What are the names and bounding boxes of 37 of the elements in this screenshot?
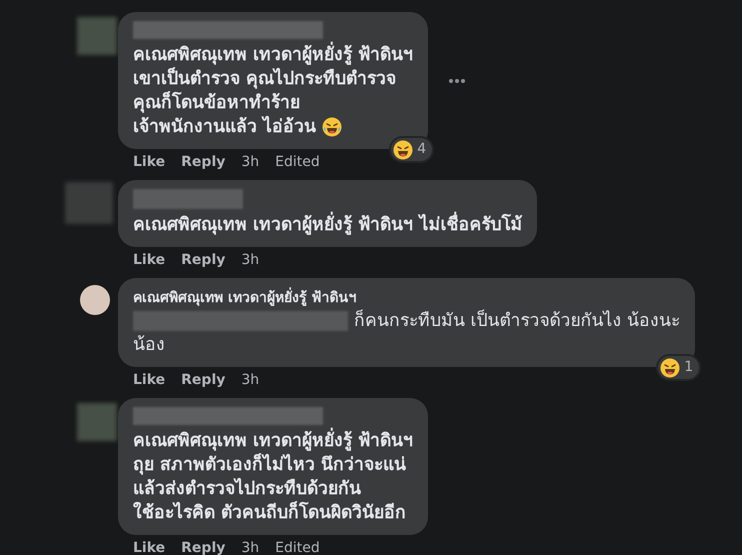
reaction-badge[interactable]: 1 <box>658 356 700 379</box>
comment-time: 3h <box>241 153 260 172</box>
blurred-avatar[interactable] <box>77 17 117 55</box>
laughing-emoji-icon <box>393 140 414 160</box>
comment-text: ใช้อะไรคิด ตัวคนถีบก็โดนผิดวินัยอีก <box>133 501 406 525</box>
comment-action-link[interactable]: Reply <box>181 538 226 555</box>
comment-action-link[interactable]: Like <box>133 370 166 390</box>
comment-text: คุณก็โดนข้อหาทำร้าย <box>133 91 300 115</box>
comment-action-link[interactable]: Like <box>133 152 166 172</box>
comment-text: คเณศพิศณุเทพ เทวดาผู้หยั่งรู้ ฟ้าดินฯ <box>133 43 414 67</box>
comment-text: น้อง <box>133 334 165 357</box>
comment-time: 3h <box>241 371 260 390</box>
edited-label: Edited <box>275 539 320 555</box>
comment-time: 3h <box>241 539 260 555</box>
comment-time: 3h <box>241 251 260 270</box>
comment-text: แล้วส่งตำรวจไปกระทืบด้วยกัน <box>133 477 361 501</box>
comment-text: เจ้าพนักงานแล้ว ไอ่อ้วน <box>133 115 316 139</box>
comment-text: คเณศพิศณุเทพ เทวดาผู้หยั่งรู้ ฟ้าดินฯ <box>133 429 414 453</box>
comment-action-link[interactable]: Reply <box>181 152 226 172</box>
comment-author[interactable]: คเณศพิศณุเทพ เทวดาผู้หยั่งรู้ ฟ้าดินฯ <box>133 287 680 309</box>
reaction-count: 1 <box>684 358 694 377</box>
comment-action-link[interactable]: Like <box>133 538 166 555</box>
blurred-avatar[interactable] <box>65 182 113 224</box>
comment-action-link[interactable]: Reply <box>181 250 226 270</box>
comment-action-link[interactable]: Reply <box>181 370 226 390</box>
comment-text: คเณศพิศณุเทพ เทวดาผู้หยั่งรู้ ฟ้าดินฯ ไม่เชื่อครับโม้ <box>133 213 522 237</box>
reaction-badge[interactable]: 4 <box>391 138 432 161</box>
edited-label: Edited <box>275 153 320 172</box>
comment-text: ก็คนกระทืบมัน เป็นตำรวจด้วยกันไง น้องนะ <box>354 309 680 333</box>
comment-action-link[interactable]: Like <box>133 250 166 270</box>
comment-text: เขาเป็นตำรวจ คุณไปกระทืบตำรวจ <box>133 67 396 91</box>
avatar-photo-placeholder[interactable] <box>80 285 110 315</box>
comment-text: ถุย สภาพตัวเองก็ไม่ไหว นึกว่าจะแน่ <box>133 453 406 477</box>
reaction-count: 4 <box>417 140 426 159</box>
laughing-emoji-icon <box>660 358 680 378</box>
blurred-avatar[interactable] <box>77 403 117 441</box>
more-options-icon[interactable] <box>448 78 466 84</box>
